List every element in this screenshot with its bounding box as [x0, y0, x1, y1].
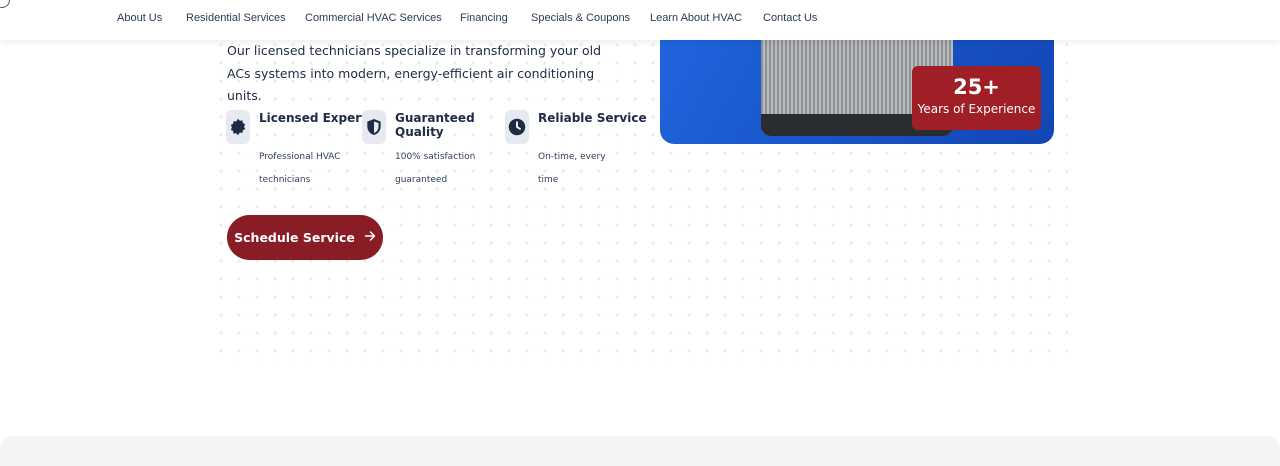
experience-badge: 25+ Years of Experience	[912, 66, 1041, 130]
experience-number: 25+	[953, 75, 1000, 99]
feature-title: Licensed Experts	[259, 111, 375, 125]
experience-label: Years of Experience	[917, 102, 1036, 116]
next-section	[0, 436, 1280, 466]
nav-item-learn-about-hvac[interactable]: Learn About HVAC	[650, 12, 742, 24]
top-navigation: About Us Residential Services Commercial…	[0, 0, 1280, 40]
badge-icon	[226, 110, 250, 144]
nav-item-specials-coupons[interactable]: Specials & Coupons	[531, 12, 630, 24]
shield-icon	[362, 110, 386, 144]
intro-paragraph: Our licensed technicians specialize in t…	[227, 43, 602, 103]
circle-icon[interactable]	[0, 0, 10, 8]
arrow-right-icon	[364, 230, 376, 245]
feature-title: Reliable Service	[538, 111, 647, 125]
clock-icon	[505, 110, 529, 144]
nav-item-financing[interactable]: Financing	[460, 12, 508, 24]
nav-item-commercial-hvac-services[interactable]: Commercial HVAC Services	[305, 12, 442, 24]
feature-description: Professional HVAC technicians	[259, 152, 341, 185]
schedule-service-label: Schedule Service	[234, 230, 355, 245]
feature-description: On-time, every time	[538, 152, 606, 185]
nav-item-residential-services[interactable]: Residential Services	[186, 12, 286, 24]
feature-title: Guaranteed Quality	[395, 111, 475, 139]
nav-item-about-us[interactable]: About Us	[117, 12, 162, 24]
feature-description: 100% satisfaction guaranteed	[395, 152, 476, 185]
nav-item-contact-us[interactable]: Contact Us	[763, 12, 817, 24]
schedule-service-button[interactable]: Schedule Service	[227, 215, 383, 260]
